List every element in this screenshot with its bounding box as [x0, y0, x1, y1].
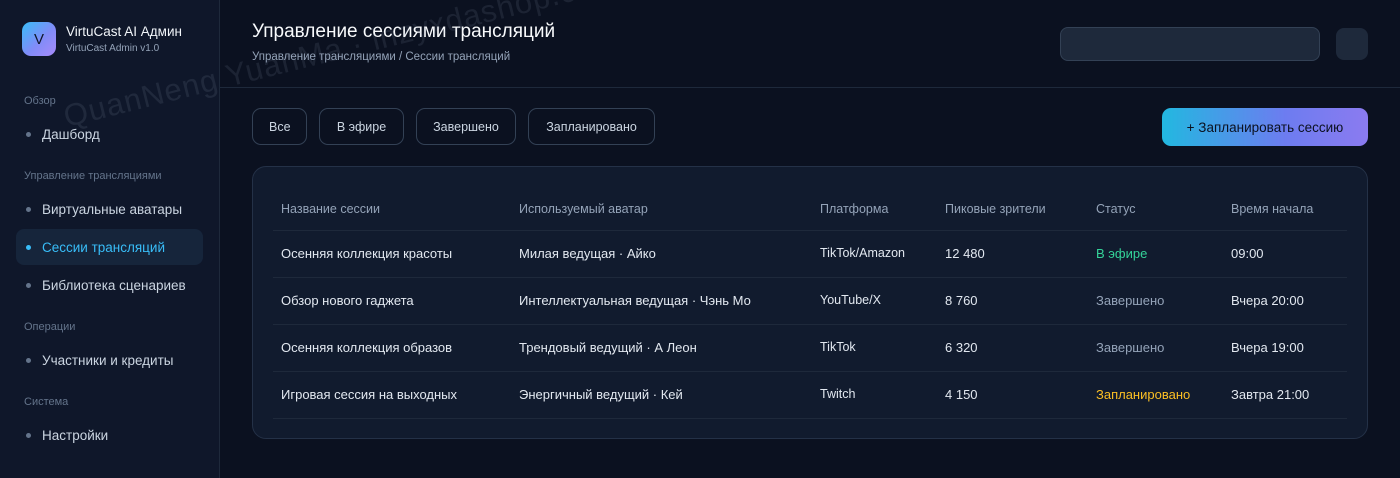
- bullet-icon: [26, 283, 31, 288]
- sessions-table: Название сессии Используемый аватар Плат…: [252, 166, 1368, 439]
- table-divider: [273, 418, 1347, 419]
- table-divider: [273, 324, 1347, 325]
- filter-live[interactable]: В эфире: [319, 108, 404, 145]
- brand: V VirtuCast AI Админ VirtuCast Admin v1.…: [22, 22, 182, 56]
- sidebar-item-label: Библиотека сценариев: [42, 277, 186, 293]
- filter-planned[interactable]: Запланировано: [528, 108, 655, 145]
- table-cell-name: Осенняя коллекция образов: [281, 340, 453, 355]
- table-divider: [273, 277, 1347, 278]
- table-cell-platform: Twitch: [820, 387, 856, 401]
- table-cell-avatar: Милая ведущая · Айко: [519, 246, 656, 261]
- table-cell-start: Завтра 21:00: [1231, 387, 1310, 402]
- table-cell-viewers: 8 760: [945, 293, 978, 308]
- bullet-icon: [26, 358, 31, 363]
- nav-section-overview: Обзор: [24, 95, 56, 107]
- nav-section-operations: Операции: [24, 321, 76, 333]
- bullet-icon: [26, 433, 31, 438]
- brand-subtitle: VirtuCast Admin v1.0: [66, 42, 160, 54]
- nav-section-system: Система: [24, 396, 69, 408]
- sidebar-item-label: Виртуальные аватары: [42, 201, 183, 217]
- table-cell-viewers: 4 150: [945, 387, 978, 402]
- status-badge: В эфире: [1096, 246, 1148, 261]
- table-cell-avatar: Энергичный ведущий · Кей: [519, 387, 683, 402]
- status-badge: Запланировано: [1096, 387, 1191, 402]
- sidebar-item-scripts[interactable]: Библиотека сценариев: [16, 267, 203, 303]
- filter-all[interactable]: Все: [252, 108, 307, 145]
- sidebar-item-sessions[interactable]: Сессии трансляций: [16, 229, 203, 265]
- table-cell-platform: YouTube/X: [820, 293, 881, 307]
- nav-section-broadcast: Управление трансляциями: [24, 170, 162, 182]
- table-cell-platform: TikTok/Amazon: [820, 246, 905, 260]
- table-cell-start: Вчера 20:00: [1231, 293, 1304, 308]
- bullet-icon: [26, 132, 31, 137]
- table-cell-name: Обзор нового гаджета: [281, 293, 414, 308]
- search-input[interactable]: [1060, 27, 1320, 61]
- sidebar-item-dashboard[interactable]: Дашборд: [16, 116, 203, 152]
- sidebar: V VirtuCast AI Админ VirtuCast Admin v1.…: [0, 0, 220, 478]
- column-header-viewers: Пиковые зрители: [945, 202, 1046, 216]
- column-header-status: Статус: [1096, 202, 1136, 216]
- table-cell-viewers: 6 320: [945, 340, 978, 355]
- table-cell-name: Игровая сессия на выходных: [281, 387, 458, 402]
- header: Управление сессиями трансляций Управлени…: [220, 0, 1400, 88]
- sidebar-item-members[interactable]: Участники и кредиты: [16, 342, 203, 378]
- table-cell-start: Вчера 19:00: [1231, 340, 1304, 355]
- table-divider: [273, 371, 1347, 372]
- sidebar-item-label: Дашборд: [42, 126, 100, 142]
- schedule-session-button[interactable]: + Запланировать сессию: [1162, 108, 1368, 146]
- sidebar-item-label: Сессии трансляций: [42, 239, 165, 255]
- table-cell-name: Осенняя коллекция красоты: [281, 246, 453, 261]
- table-cell-avatar: Интеллектуальная ведущая · Чэнь Мо: [519, 293, 751, 308]
- sidebar-item-settings[interactable]: Настройки: [16, 417, 203, 453]
- sidebar-item-label: Участники и кредиты: [42, 352, 174, 368]
- column-header-name: Название сессии: [281, 202, 380, 216]
- column-header-platform: Платформа: [820, 202, 889, 216]
- page-title: Управление сессиями трансляций: [252, 21, 556, 42]
- status-badge: Завершено: [1096, 293, 1165, 308]
- breadcrumb: Управление трансляциями / Сессии трансля…: [252, 51, 511, 63]
- bullet-icon: [26, 245, 31, 250]
- brand-name: VirtuCast AI Админ: [66, 23, 182, 39]
- table-cell-platform: TikTok: [820, 340, 856, 354]
- table-cell-viewers: 12 480: [945, 246, 985, 261]
- bullet-icon: [26, 207, 31, 212]
- filter-done[interactable]: Завершено: [416, 108, 516, 145]
- sidebar-item-label: Настройки: [42, 427, 109, 443]
- header-action-button[interactable]: [1336, 28, 1368, 60]
- table-cell-start: 09:00: [1231, 246, 1264, 261]
- column-header-avatar: Используемый аватар: [519, 202, 648, 216]
- column-header-start: Время начала: [1231, 202, 1314, 216]
- status-badge: Завершено: [1096, 340, 1165, 355]
- table-divider: [273, 230, 1347, 231]
- brand-logo: V: [22, 22, 56, 56]
- table-cell-avatar: Трендовый ведущий · А Леон: [519, 340, 697, 355]
- sidebar-item-avatars[interactable]: Виртуальные аватары: [16, 191, 203, 227]
